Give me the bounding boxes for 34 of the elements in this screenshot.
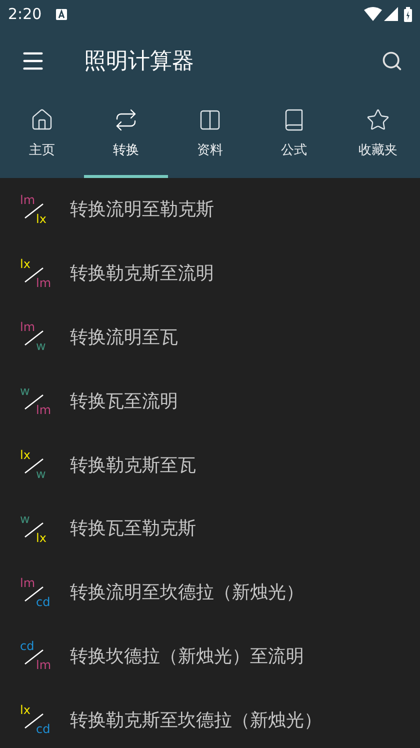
house-icon [30, 108, 54, 132]
repeat-arrows-icon [114, 108, 138, 132]
conversion-label: 转换勒克斯至瓦 [70, 454, 196, 478]
nav-tab[interactable]: 公式 [252, 94, 336, 178]
status-time: 2:20 [8, 4, 42, 25]
wifi-icon [364, 7, 382, 21]
conversion-item[interactable]: lm lx 转换流明至勒克斯 [0, 178, 420, 242]
conversion-item[interactable]: lx cd 转换勒克斯至坎德拉（新烛光） [0, 688, 420, 748]
nav-tab[interactable]: 主页 [0, 94, 84, 178]
conversion-label: 转换瓦至勒克斯 [70, 517, 196, 542]
conversion-item[interactable]: lx lm 转换勒克斯至流明 [0, 242, 420, 306]
conversion-label: 转换勒克斯至流明 [70, 262, 214, 286]
battery-icon [404, 6, 412, 22]
conversion-item[interactable]: w lx 转换瓦至勒克斯 [0, 496, 420, 561]
conversion-label: 转换流明至瓦 [70, 326, 178, 350]
conversion-item[interactable]: lx w 转换勒克斯至瓦 [0, 433, 420, 497]
search-icon [381, 50, 403, 72]
signal-icon [384, 7, 398, 21]
conversion-label: 转换勒克斯至坎德拉（新烛光） [70, 708, 322, 733]
conversion-label: 转换流明至坎德拉（新烛光） [70, 581, 304, 606]
conversion-label: 转换瓦至流明 [70, 390, 178, 414]
conversion-item[interactable]: w lm 转换瓦至流明 [0, 369, 420, 434]
columns-icon [198, 108, 222, 132]
app-title: 照明计算器 [84, 48, 194, 76]
conversion-item[interactable]: lm w 转换流明至瓦 [0, 306, 420, 370]
star-icon [366, 108, 390, 132]
conversion-label: 转换流明至勒克斯 [70, 198, 214, 222]
conversion-item[interactable]: lm cd 转换流明至坎德拉（新烛光） [0, 560, 420, 625]
conversion-item[interactable]: cd lm 转换坎德拉（新烛光）至流明 [0, 624, 420, 688]
nav-tab[interactable]: 转换 [84, 94, 168, 178]
conversion-label: 转换坎德拉（新烛光）至流明 [70, 644, 304, 669]
nav-tab[interactable]: 收藏夹 [336, 94, 420, 178]
nav-tab[interactable]: 资料 [168, 94, 252, 178]
notification-icon [56, 8, 67, 20]
